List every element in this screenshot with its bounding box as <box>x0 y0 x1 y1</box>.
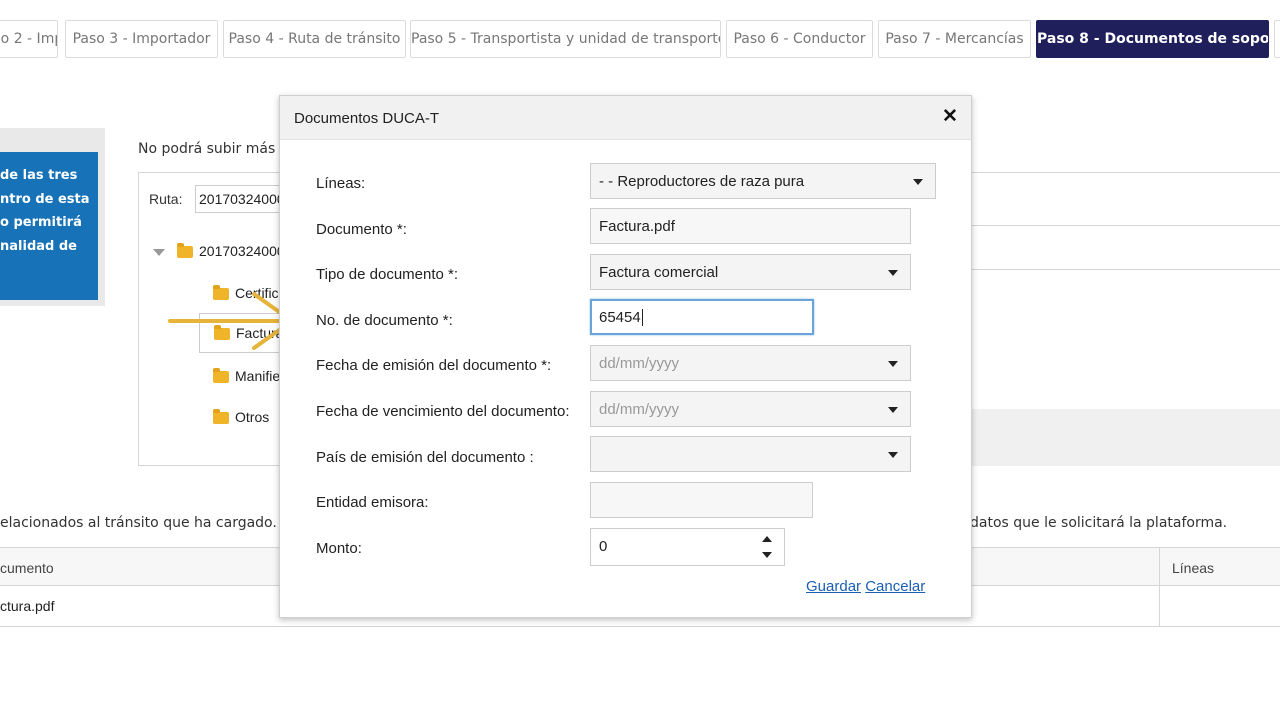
tree-root-label: 20170324000 <box>199 243 285 259</box>
folder-icon <box>213 409 229 425</box>
documento-label: Documento *: <box>316 221 407 238</box>
panel-footer <box>971 409 1280 466</box>
steps-tabs: Paso 2 - Importador Paso 3 - Importador … <box>0 20 1280 60</box>
folder-icon <box>213 368 229 384</box>
fecha-emision-label: Fecha de emisión del documento *: <box>316 357 552 374</box>
dialog-title: Documentos DUCA-T <box>294 110 440 127</box>
divider <box>971 225 1280 226</box>
tab-label: Paso 4 - Ruta de tránsito <box>228 31 401 47</box>
info-line: o permitirá <box>0 215 82 230</box>
tab-label: Paso 2 - Importador <box>0 31 57 47</box>
close-icon[interactable]: ✕ <box>942 107 958 127</box>
tipo-documento-label: Tipo de documento *: <box>316 266 459 283</box>
tab-step-4[interactable]: Paso 4 - Ruta de tránsito <box>223 20 406 58</box>
documento-field[interactable]: Factura.pdf <box>590 208 911 244</box>
numero-documento-label: No. de documento *: <box>316 312 453 329</box>
tab-step-8[interactable]: Paso 8 - Documentos de soporte <box>1036 20 1269 58</box>
chevron-down-icon <box>888 361 898 367</box>
dialog-header: Documentos DUCA-T ✕ <box>280 96 971 140</box>
tab-step-5[interactable]: Paso 5 - Transportista y unidad de trans… <box>410 20 721 58</box>
entidad-emisora-label: Entidad emisora: <box>316 494 429 511</box>
numero-documento-field[interactable]: 65454 <box>590 299 814 335</box>
tipo-documento-select[interactable]: Factura comercial <box>590 254 911 290</box>
info-line: de las tres <box>0 168 78 183</box>
text-cursor <box>641 309 643 326</box>
ruta-label: Ruta: <box>149 191 183 207</box>
instructions-text-end: datos que le solicitará la plataforma. <box>970 515 1228 531</box>
column-divider <box>1159 548 1160 626</box>
tree-item-label: Otros <box>235 409 270 425</box>
lineas-select[interactable]: - - Reproductores de raza pura <box>590 163 936 199</box>
tab-step-2[interactable]: Paso 2 - Importador <box>0 20 58 58</box>
expand-triangle-icon[interactable] <box>153 248 165 256</box>
stepper-arrows-icon[interactable] <box>762 536 772 558</box>
fecha-vencimiento-placeholder: dd/mm/yyyy <box>599 401 680 418</box>
folder-icon <box>177 243 193 259</box>
tree-item-otros[interactable]: Otros <box>213 409 269 425</box>
entidad-emisora-field[interactable] <box>590 482 813 518</box>
pais-emision-label: País de emisión del documento : <box>316 449 534 466</box>
chevron-down-icon <box>888 270 898 276</box>
monto-value: 0 <box>599 538 608 555</box>
column-header-lineas: Líneas <box>1172 560 1215 576</box>
pais-emision-select[interactable] <box>590 436 911 472</box>
divider <box>971 269 1280 270</box>
chevron-down-icon <box>888 407 898 413</box>
cancelar-link[interactable]: Cancelar <box>865 578 925 595</box>
dialog-actions: Guardar Cancelar <box>806 578 925 595</box>
tab-step-3[interactable]: Paso 3 - Importador <box>65 20 218 58</box>
tab-label: Paso 5 - Transportista y unidad de trans… <box>411 31 721 47</box>
chevron-down-icon <box>888 452 898 458</box>
tab-label: Paso 8 - Documentos de soporte <box>1037 31 1269 47</box>
instructions-text: elacionados al tránsito que ha cargado. … <box>0 515 301 531</box>
info-box: de las tres ntro de esta o permitirá nal… <box>0 152 98 300</box>
column-header-documento: cumento <box>0 560 54 576</box>
documentos-dialog: Documentos DUCA-T ✕ Líneas: - - Reproduc… <box>279 95 972 618</box>
chevron-down-icon <box>913 179 923 185</box>
tipo-documento-value: Factura comercial <box>599 264 719 281</box>
fecha-emision-placeholder: dd/mm/yyyy <box>599 355 680 372</box>
upload-note: No podrá subir más d <box>138 141 289 157</box>
tab-label: Paso 6 - Conductor <box>733 31 866 47</box>
tab-step-6[interactable]: Paso 6 - Conductor <box>726 20 873 58</box>
fecha-emision-field[interactable]: dd/mm/yyyy <box>590 345 911 381</box>
lineas-label: Líneas: <box>316 175 366 192</box>
info-line: nalidad de <box>0 238 77 254</box>
tree-root[interactable]: 20170324000 <box>153 243 285 259</box>
table-row[interactable]: ctura.pdf <box>0 598 54 614</box>
fecha-vencimiento-label: Fecha de vencimiento del documento: <box>316 403 570 420</box>
tab-step-9[interactable] <box>1274 20 1280 58</box>
fecha-vencimiento-field[interactable]: dd/mm/yyyy <box>590 391 911 427</box>
tab-label: Paso 7 - Mercancías <box>885 31 1024 47</box>
tab-label: Paso 3 - Importador <box>72 31 211 47</box>
tab-step-7[interactable]: Paso 7 - Mercancías <box>878 20 1031 58</box>
numero-documento-value: 65454 <box>599 309 641 326</box>
guardar-link[interactable]: Guardar <box>806 578 861 595</box>
monto-stepper[interactable]: 0 <box>590 528 785 566</box>
monto-label: Monto: <box>316 540 362 557</box>
info-line: ntro de esta <box>0 191 90 207</box>
lineas-value: - - Reproductores de raza pura <box>599 173 805 190</box>
